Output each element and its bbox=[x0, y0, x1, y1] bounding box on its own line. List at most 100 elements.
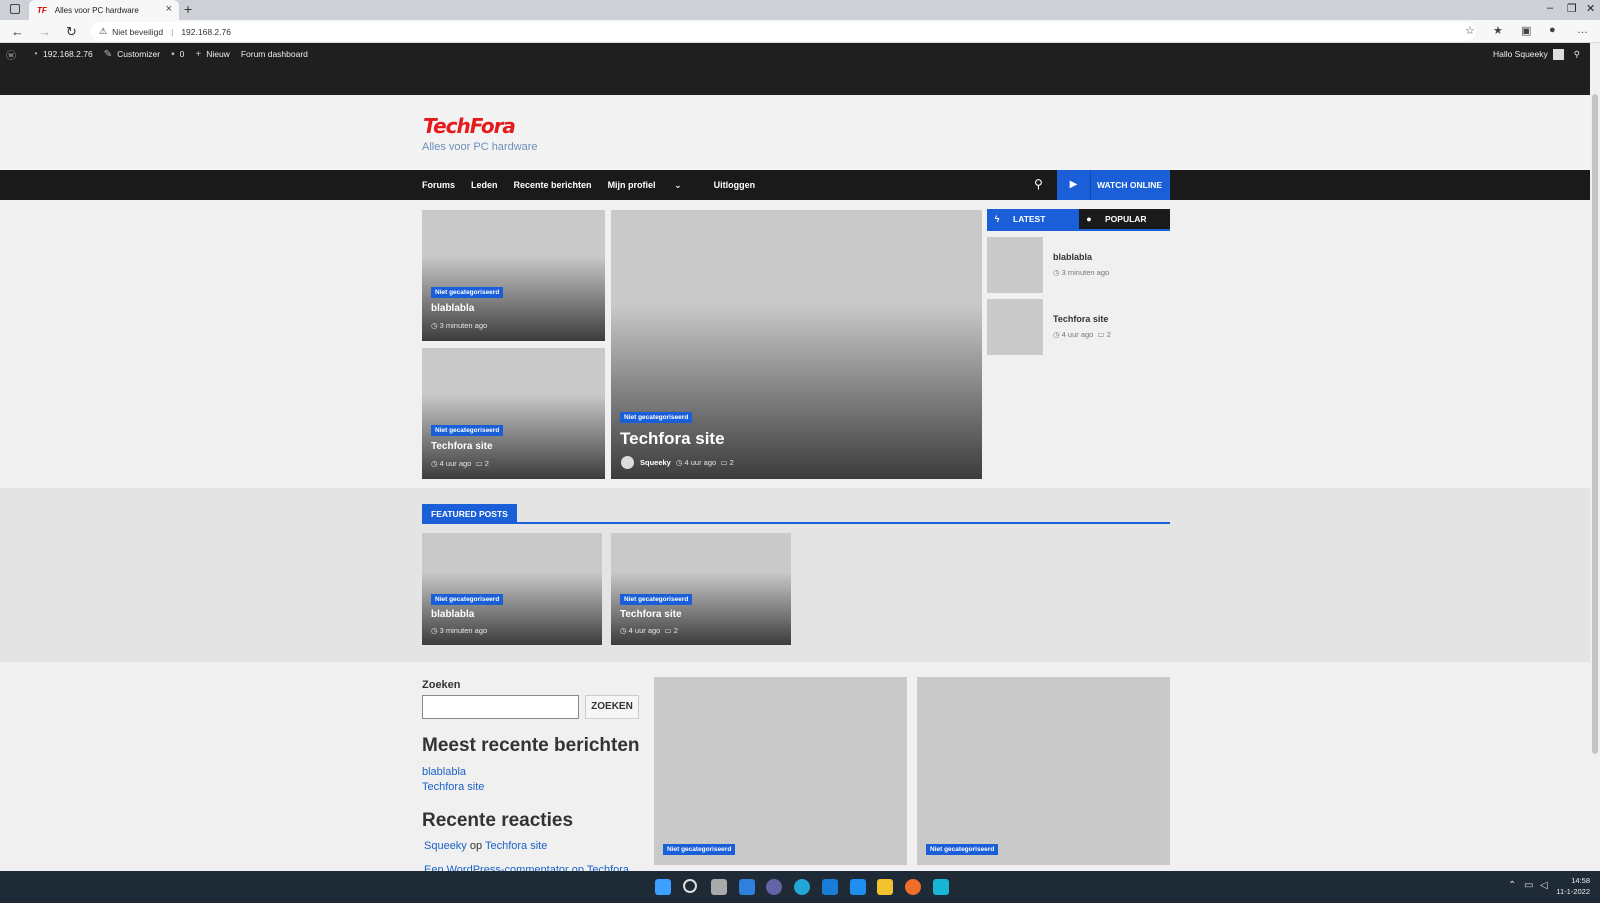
featured-card[interactable]: Niet gecategoriseerd blablabla ◷ 3 minut… bbox=[422, 533, 602, 645]
windows-taskbar: ⌃ ▭ ◁ 14:58 11-1-2022 bbox=[0, 871, 1600, 903]
admin-greeting[interactable]: Hallo Squeeky bbox=[1493, 49, 1548, 59]
scrollbar[interactable] bbox=[1590, 43, 1600, 871]
post-card[interactable]: Niet gecategoriseerd Techfora site ◷ 4 u… bbox=[422, 348, 605, 479]
tab-popular[interactable]: ● POPULAR bbox=[1079, 209, 1170, 229]
clock-date: 11-1-2022 bbox=[1556, 887, 1590, 896]
featured-header: FEATURED POSTS bbox=[422, 504, 1170, 524]
forward-icon[interactable]: → bbox=[38, 24, 51, 39]
more-icon[interactable]: … bbox=[1577, 24, 1588, 36]
network-icon[interactable]: ▭ bbox=[1524, 880, 1533, 891]
post-title[interactable]: Techfora site bbox=[620, 609, 682, 620]
search-input[interactable] bbox=[422, 695, 579, 719]
tab-latest-label: LATEST bbox=[1013, 214, 1046, 224]
recent-post-link[interactable]: blablabla bbox=[422, 766, 466, 778]
nav-item-recente-berichten[interactable]: Recente berichten bbox=[514, 180, 592, 190]
wordpress-icon[interactable]: ⓦ bbox=[6, 47, 21, 62]
close-window-icon[interactable]: ✕ bbox=[1586, 2, 1595, 15]
category-badge[interactable]: Niet gecategoriseerd bbox=[663, 844, 736, 855]
nav-item-leden[interactable]: Leden bbox=[471, 180, 498, 190]
widgets-icon[interactable] bbox=[739, 879, 755, 895]
nav-item-mijn-profiel-label: Mijn profiel bbox=[607, 179, 656, 190]
latest-thumbnail[interactable] bbox=[987, 299, 1043, 355]
back-icon[interactable]: ← bbox=[11, 24, 24, 39]
wp-admin-bar: ⓦ ◔ 192.168.2.76 ✎ Customizer ▪ 0 + Nieuw Fo… bbox=[0, 43, 1590, 95]
recent-comment: Squeeky op Techfora site bbox=[424, 840, 547, 852]
avatar[interactable] bbox=[1552, 48, 1564, 60]
chat-icon[interactable] bbox=[766, 879, 782, 895]
clock[interactable]: 14:58 11-1-2022 bbox=[1556, 875, 1590, 897]
latest-title[interactable]: blablabla bbox=[1053, 252, 1092, 262]
category-badge[interactable]: Niet gecategoriseerd bbox=[620, 412, 693, 423]
browser-tab[interactable]: TF Alles voor PC hardware × bbox=[29, 0, 179, 20]
watch-online-button[interactable]: ▶ WATCH ONLINE bbox=[1057, 170, 1170, 200]
post-title[interactable]: Techfora site bbox=[431, 441, 493, 452]
latest-item[interactable]: blablabla ◷ 3 minuten ago bbox=[987, 237, 1170, 293]
file-explorer-icon[interactable] bbox=[877, 879, 893, 895]
category-badge[interactable]: Niet gecategoriseerd bbox=[926, 844, 999, 855]
admin-site-link[interactable]: ◔ 192.168.2.76 bbox=[32, 49, 93, 60]
new-tab-button[interactable]: + bbox=[184, 1, 192, 17]
post-author[interactable]: Squeeky bbox=[640, 458, 671, 467]
admin-customizer-label: Customizer bbox=[117, 49, 161, 59]
mail-icon[interactable] bbox=[822, 879, 838, 895]
featured-card[interactable]: Niet gecategoriseerd Techfora site ◷ 4 u… bbox=[611, 533, 791, 645]
calendar-icon[interactable] bbox=[850, 879, 866, 895]
favorites-icon[interactable]: ★ bbox=[1493, 24, 1503, 37]
reload-icon[interactable]: ↻ bbox=[66, 24, 77, 40]
category-badge[interactable]: Niet gecategoriseerd bbox=[431, 425, 504, 436]
recent-comment-cutoff[interactable]: Een WordPress-commentator op Techfora bbox=[424, 864, 629, 871]
url-field[interactable]: ⚠ Niet beveiligd | 192.168.2.76 bbox=[91, 22, 1476, 41]
app-icon[interactable] bbox=[905, 879, 921, 895]
post-title[interactable]: Techfora site bbox=[620, 429, 725, 449]
restore-icon[interactable]: ❐ bbox=[1567, 2, 1577, 15]
nav-item-uitloggen[interactable]: Uitloggen bbox=[714, 180, 756, 190]
featured-post-card[interactable]: Niet gecategoriseerd Techfora site Squee… bbox=[611, 210, 982, 479]
post-comments: 2 bbox=[673, 626, 678, 635]
post-card[interactable]: Niet gecategoriseerd bbox=[917, 677, 1170, 865]
tray-chevron-icon[interactable]: ⌃ bbox=[1508, 880, 1516, 891]
admin-customizer-link[interactable]: ✎ Customizer bbox=[104, 49, 160, 60]
nav-item-forums[interactable]: Forums bbox=[422, 180, 455, 190]
nav-search-icon[interactable]: ⚲ bbox=[1034, 177, 1043, 191]
tab-latest[interactable]: ϟ LATEST bbox=[987, 209, 1079, 229]
add-favorite-icon[interactable]: ☆ bbox=[1465, 24, 1475, 37]
category-badge[interactable]: Niet gecategoriseerd bbox=[620, 594, 693, 605]
tab-close-icon[interactable]: × bbox=[166, 3, 172, 15]
site-tagline: Alles voor PC hardware bbox=[422, 141, 538, 153]
volume-icon[interactable]: ◁ bbox=[1540, 880, 1548, 891]
post-title[interactable]: blablabla bbox=[431, 303, 474, 314]
profile-icon[interactable]: ● bbox=[1549, 24, 1556, 36]
recent-comments-heading: Recente reacties bbox=[422, 810, 574, 831]
post-meta: ◷ 3 minuten ago bbox=[431, 626, 487, 635]
search-icon[interactable] bbox=[683, 879, 697, 893]
latest-item[interactable]: Techfora site ◷ 4 uur ago ▭ 2 bbox=[987, 299, 1170, 355]
tab-actions-icon[interactable] bbox=[10, 4, 20, 14]
task-view-icon[interactable] bbox=[711, 879, 727, 895]
admin-new-link[interactable]: + Nieuw bbox=[195, 49, 229, 60]
latest-thumbnail[interactable] bbox=[987, 237, 1043, 293]
category-badge[interactable]: Niet gecategoriseerd bbox=[431, 287, 504, 298]
comment-post-link[interactable]: Techfora site bbox=[485, 840, 547, 852]
post-card[interactable]: Niet gecategoriseerd bbox=[654, 677, 907, 865]
admin-comments-link[interactable]: ▪ 0 bbox=[171, 49, 184, 60]
recent-post-link[interactable]: Techfora site bbox=[422, 781, 484, 793]
comment-icon: ▭ bbox=[475, 459, 483, 468]
nav-item-mijn-profiel[interactable]: Mijn profiel ⌄ bbox=[608, 180, 698, 191]
post-meta: ◷ 4 uur ago ▭ 2 bbox=[431, 459, 489, 468]
search-button[interactable]: ZOEKEN bbox=[585, 695, 639, 719]
store-icon[interactable] bbox=[933, 879, 949, 895]
latest-title[interactable]: Techfora site bbox=[1053, 314, 1108, 324]
edge-icon[interactable] bbox=[794, 879, 810, 895]
admin-forum-link[interactable]: Forum dashboard bbox=[241, 49, 308, 59]
start-icon[interactable] bbox=[655, 879, 671, 895]
minimize-icon[interactable]: – bbox=[1547, 2, 1553, 14]
admin-search-icon[interactable]: ⚲ bbox=[1574, 49, 1580, 60]
comment-author-link[interactable]: Squeeky bbox=[424, 840, 467, 852]
collections-icon[interactable]: ▣ bbox=[1521, 24, 1531, 37]
site-logo[interactable]: TechFora bbox=[423, 114, 516, 138]
scrollbar-thumb[interactable] bbox=[1592, 94, 1598, 754]
post-title[interactable]: blablabla bbox=[431, 609, 474, 620]
category-badge[interactable]: Niet gecategoriseerd bbox=[431, 594, 504, 605]
post-card[interactable]: Niet gecategoriseerd blablabla ◷ 3 minut… bbox=[422, 210, 605, 341]
browser-tab-bar: TF Alles voor PC hardware × + – ❐ ✕ bbox=[0, 0, 1600, 20]
